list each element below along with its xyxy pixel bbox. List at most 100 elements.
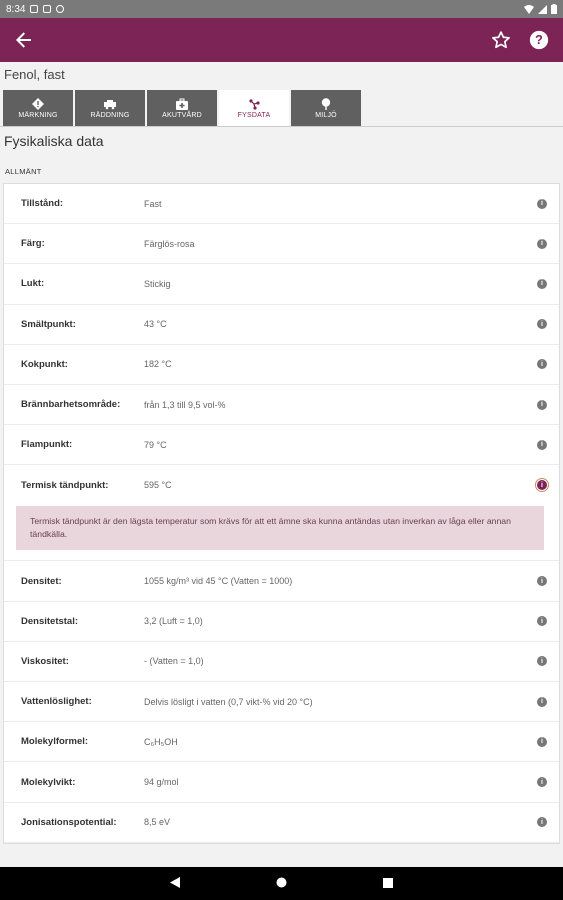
info-icon: i [537, 399, 547, 410]
data-row: Jonisationspotential: 8,5 eV i [4, 803, 559, 843]
row-value: 3,2 (Luft = 1,0) [144, 616, 203, 627]
info-icon: i [537, 359, 547, 370]
info-icon: i [537, 198, 547, 209]
info-button[interactable]: i [525, 696, 559, 707]
row-value: 182 °C [144, 359, 172, 370]
row-label: Termisk tändpunkt: [21, 479, 109, 491]
notification-icon [43, 5, 52, 13]
row-value: Stickig [144, 278, 171, 289]
data-row: Smältpunkt: 43 °C i [4, 305, 559, 345]
row-label: Jonisationspotential: [21, 816, 117, 828]
help-circle-icon: ? [529, 30, 549, 50]
row-value: 43 °C [144, 319, 167, 330]
row-label: Flampunkt: [21, 439, 73, 451]
tab-label: AKUTVÅRD [162, 111, 202, 119]
row-label: Densitet: [21, 575, 62, 587]
info-button[interactable]: i [525, 736, 559, 747]
data-row: Kokpunkt: 182 °C i [4, 345, 559, 385]
row-value: - (Vatten = 1,0) [144, 656, 204, 667]
info-button[interactable]: i [525, 439, 559, 450]
arrow-back-icon [16, 32, 31, 48]
info-button[interactable]: i [525, 817, 559, 828]
status-time: 8:34 [6, 3, 26, 15]
back-button[interactable] [12, 28, 36, 52]
info-button[interactable]: i [525, 777, 559, 787]
info-button[interactable]: i [525, 238, 559, 249]
tab-raddning[interactable]: RÄDDNING [75, 90, 145, 126]
data-row: Vattenlöslighet: Delvis lösligt i vatten… [4, 682, 559, 723]
row-value: Färglös-rosa [144, 238, 195, 249]
data-row: Brännbarhetsområde: från 1,3 till 9,5 vo… [4, 385, 559, 426]
battery-icon [551, 4, 557, 14]
tab-fysdata[interactable]: FYSDATA [219, 90, 289, 126]
info-button[interactable]: i [525, 576, 559, 587]
info-button[interactable]: i [525, 399, 559, 410]
row-value: 8,5 eV [144, 817, 171, 828]
info-icon: i [537, 817, 547, 828]
info-icon: i [537, 777, 547, 787]
tree-icon [321, 97, 331, 110]
wifi-icon [524, 4, 534, 14]
star-outline-icon [492, 31, 510, 49]
data-row: Densitetstal: 3,2 (Luft = 1,0) i [4, 602, 559, 642]
signal-icon [538, 4, 547, 14]
row-label: Smältpunkt: [21, 318, 76, 330]
data-row: Termisk tändpunkt: 595 °C i [4, 465, 559, 505]
info-icon: i [537, 278, 547, 289]
data-row: Flampunkt: 79 °C i [4, 425, 559, 466]
info-button[interactable]: i [525, 198, 559, 209]
row-label: Molekylformel: [21, 736, 89, 748]
square-recents-icon [383, 877, 393, 888]
row-label: Vattenlöslighet: [21, 696, 92, 708]
info-button[interactable]: i [525, 359, 559, 370]
row-value: 1055 kg/m³ vid 45 °C (Vatten = 1000) [144, 576, 293, 587]
row-label: Kokpunkt: [21, 358, 68, 370]
tab-akutvard[interactable]: AKUTVÅRD [147, 90, 217, 126]
warning-diamond-icon [32, 97, 44, 110]
data-row: Molekylvikt: 94 g/mol i [4, 762, 559, 803]
section-subtitle: ALLMÄNT [5, 167, 42, 176]
tab-markning[interactable]: MÄRKNING [3, 90, 73, 126]
notification-icon [56, 5, 65, 13]
nav-back-button[interactable] [170, 875, 180, 893]
favorite-button[interactable] [489, 28, 513, 52]
info-button[interactable]: i [525, 319, 559, 330]
row-value: Fast [144, 198, 162, 209]
triangle-back-icon [170, 876, 180, 888]
data-row: Tillstånd: Fast i [4, 184, 559, 225]
tab-label: RÄDDNING [90, 111, 130, 119]
help-button[interactable]: ? [527, 28, 551, 52]
molecule-icon [249, 98, 260, 110]
data-row: Lukt: Stickig i [4, 264, 559, 305]
info-icon: i [537, 319, 547, 330]
section-title: Fysikaliska data [4, 133, 104, 149]
info-icon: i [537, 696, 547, 707]
info-explanation: Termisk tändpunkt är den lägsta temperat… [16, 505, 544, 551]
row-label: Lukt: [21, 278, 45, 290]
nav-home-button[interactable] [276, 875, 287, 893]
row-label: Viskositet: [21, 655, 69, 667]
row-value: C₆H₅OH [144, 736, 178, 747]
row-value: från 1,3 till 9,5 vol-% [144, 399, 226, 410]
tab-label: FYSDATA [237, 111, 271, 119]
nav-recents-button[interactable] [383, 875, 393, 893]
row-value: Delvis lösligt i vatten (0,7 vikt-% vid … [144, 696, 313, 707]
circle-home-icon [276, 877, 287, 887]
row-label: Färg: [21, 238, 45, 250]
notification-icon [30, 5, 39, 13]
tab-miljo[interactable]: MILJÖ [291, 90, 361, 126]
row-value: 94 g/mol [144, 777, 179, 787]
data-row: Densitet: 1055 kg/m³ vid 45 °C (Vatten =… [4, 561, 559, 602]
fire-truck-icon [104, 99, 116, 109]
info-button[interactable]: i [525, 656, 559, 667]
tab-label: MÄRKNING [18, 111, 58, 119]
expanded-row: Termisk tändpunkt: 595 °C i Termisk tänd… [4, 465, 559, 562]
tab-label: MILJÖ [315, 111, 337, 119]
content-area[interactable]: Fysikaliska data ALLMÄNT Tillstånd: Fast… [0, 127, 563, 867]
info-icon: i [537, 439, 547, 450]
info-button[interactable]: i [525, 478, 559, 493]
row-value: 595 °C [144, 480, 172, 491]
info-button[interactable]: i [525, 616, 559, 627]
status-bar: 8:34 [0, 0, 563, 18]
info-button[interactable]: i [525, 278, 559, 289]
